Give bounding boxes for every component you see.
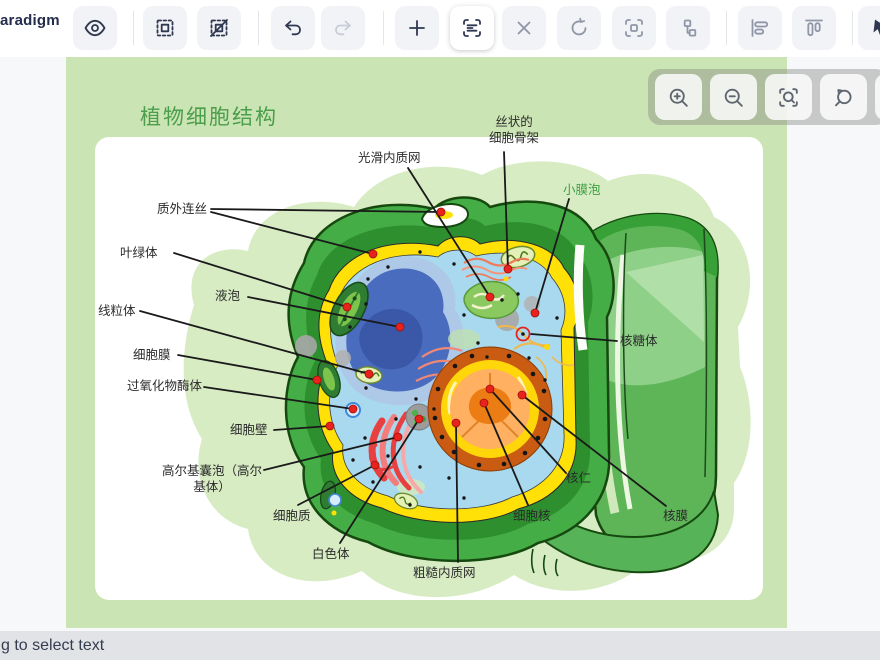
peroxisome-shape — [346, 403, 360, 417]
diagram-label-small-vesicle: 小膜泡 — [563, 182, 623, 198]
deselect-area-icon — [207, 16, 231, 40]
toolbar-divider — [726, 11, 727, 45]
view-button[interactable] — [73, 6, 117, 50]
align-top-icon — [802, 16, 826, 40]
select-area-icon — [153, 16, 177, 40]
diagram-label-peroxisome: 过氧化物酶体 — [127, 378, 217, 394]
shapes-icon — [676, 16, 700, 40]
toolbar-divider — [383, 11, 384, 45]
toolbar-divider — [852, 11, 853, 45]
diagram-label-vacuole: 液泡 — [215, 288, 255, 304]
zoom-out-button[interactable] — [710, 74, 757, 120]
diagram-label-smooth-er: 光滑内质网 — [358, 150, 438, 166]
diagram-label-cell-membrane: 细胞膜 — [133, 347, 183, 363]
diagram-label-rough-er: 粗糙内质网 — [413, 565, 493, 581]
align-top-button[interactable] — [792, 6, 836, 50]
diagram-label-mitochondria: 线粒体 — [98, 303, 148, 319]
focus-region-icon — [776, 85, 801, 110]
deselect-area-button[interactable] — [197, 6, 241, 50]
wall-gap-sliver — [578, 245, 583, 350]
zoom-out-icon — [721, 85, 746, 110]
delete-button[interactable] — [502, 6, 546, 50]
zoom-in-icon — [666, 85, 691, 110]
status-bar: g to select text — [0, 631, 880, 660]
zoom-controls-bar — [648, 69, 880, 125]
capture-region-icon — [622, 16, 646, 40]
diagram-label-nucleus: 细胞核 — [513, 508, 563, 524]
reset-zoom-button[interactable] — [820, 74, 867, 120]
reset-zoom-icon — [831, 85, 856, 110]
refresh-button[interactable] — [557, 6, 601, 50]
diagram-label-chloroplast: 叶绿体 — [120, 245, 170, 261]
diagram-label-leucoplast: 白色体 — [312, 546, 362, 562]
pointer-button[interactable] — [858, 6, 880, 50]
app-logo: aradigm — [0, 12, 60, 29]
eye-icon — [83, 16, 107, 40]
top-toolbar: aradigm — [0, 0, 880, 57]
add-icon — [405, 16, 429, 40]
align-left-icon — [748, 16, 772, 40]
close-icon — [512, 16, 536, 40]
refresh-icon — [567, 16, 591, 40]
diagram-label-cytoskeleton: 丝状的 细胞骨架 — [474, 114, 554, 147]
undo-icon — [281, 16, 305, 40]
toolbar-divider — [133, 11, 134, 45]
cursor-icon — [868, 16, 880, 40]
scan-text-icon — [460, 16, 484, 40]
shapes-button[interactable] — [666, 6, 710, 50]
redo-icon — [331, 16, 355, 40]
select-area-button[interactable] — [143, 6, 187, 50]
diagram-label-nucleolus: 核仁 — [566, 470, 606, 486]
diagram-canvas[interactable]: 光滑内质网 丝状的 细胞骨架小膜泡质外连丝叶绿体液泡线粒体细胞膜过氧化物酶体细胞壁… — [66, 57, 787, 628]
nucleus-shape — [428, 347, 552, 471]
undo-button[interactable] — [271, 6, 315, 50]
align-left-button[interactable] — [738, 6, 782, 50]
diagram-label-cell-wall: 细胞壁 — [230, 422, 280, 438]
zoom-in-button[interactable] — [655, 74, 702, 120]
toolbar-divider — [258, 11, 259, 45]
add-element-button[interactable] — [395, 6, 439, 50]
scan-text-button[interactable] — [450, 6, 494, 50]
diagram-label-ribosome: 核糖体 — [620, 333, 670, 349]
plant-cell-illustration — [66, 57, 787, 628]
page-title: 植物细胞结构 — [140, 101, 278, 131]
redo-button[interactable] — [321, 6, 365, 50]
status-text: g to select text — [0, 637, 104, 655]
clipped-button-button[interactable] — [875, 74, 880, 120]
capture-region-button[interactable] — [612, 6, 656, 50]
diagram-label-plasmodesmata: 质外连丝 — [145, 201, 207, 217]
diagram-label-nuclear-membrane: 核膜 — [663, 508, 703, 524]
diagram-label-golgi: 高尔基囊泡（高尔 基体） — [154, 463, 270, 496]
focus-region-button[interactable] — [765, 74, 812, 120]
diagram-label-cytoplasm: 细胞质 — [273, 508, 323, 524]
smooth-er-shape — [464, 282, 518, 319]
